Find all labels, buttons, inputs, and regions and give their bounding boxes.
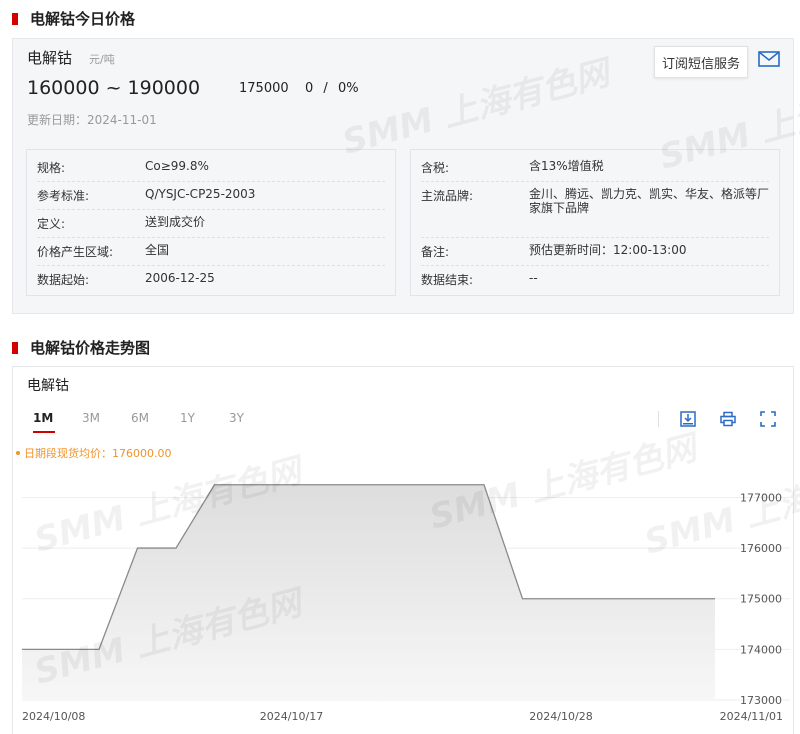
y-tick-label: 175000 (740, 593, 782, 606)
data-point[interactable] (20, 647, 24, 651)
y-tick-label: 177000 (740, 491, 782, 504)
data-point[interactable] (328, 483, 332, 487)
x-tick-label: 2024/10/28 (529, 710, 592, 723)
x-tick-label: 2024/10/17 (260, 710, 323, 723)
data-point[interactable] (636, 597, 640, 601)
y-tick-label: 173000 (740, 694, 782, 707)
data-point[interactable] (213, 483, 217, 487)
data-point[interactable] (174, 546, 178, 550)
data-point[interactable] (97, 647, 101, 651)
data-point[interactable] (251, 483, 255, 487)
data-point[interactable] (59, 647, 63, 651)
y-tick-label: 176000 (740, 542, 782, 555)
x-tick-label: 2024/10/08 (22, 710, 85, 723)
data-point[interactable] (367, 483, 371, 487)
data-point[interactable] (675, 597, 679, 601)
data-point[interactable] (598, 597, 602, 601)
data-point[interactable] (482, 483, 486, 487)
data-point[interactable] (136, 546, 140, 550)
y-tick-label: 174000 (740, 643, 782, 656)
data-point[interactable] (559, 597, 563, 601)
price-area (22, 484, 715, 700)
data-point[interactable] (405, 483, 409, 487)
data-point[interactable] (444, 483, 448, 487)
data-point[interactable] (521, 597, 525, 601)
data-point[interactable] (290, 483, 294, 487)
price-trend-chart: 173000 174000 175000 176000 177000 2024/10/08… (20, 483, 790, 723)
x-tick-label: 2024/11/01 (720, 710, 783, 723)
data-point[interactable] (713, 597, 717, 601)
